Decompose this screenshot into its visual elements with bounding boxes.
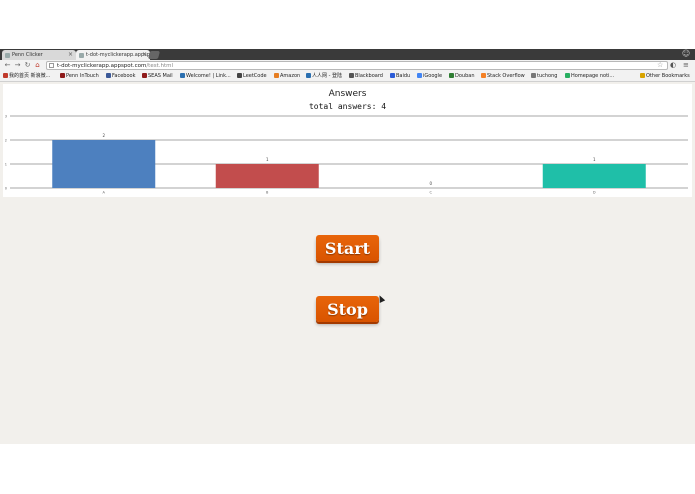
start-button[interactable]: Start [316, 235, 379, 261]
bar [52, 140, 156, 188]
bar [542, 164, 646, 188]
y-tick-label: 0 [5, 187, 7, 191]
bottom-blank-area [0, 444, 695, 494]
x-tick-label: C [430, 191, 433, 195]
x-tick-label: D [593, 191, 596, 195]
y-tick-label: 1 [5, 163, 7, 167]
bar-value-label: 2 [102, 133, 105, 138]
bar-value-label: 1 [266, 157, 269, 162]
stop-button[interactable]: Stop [316, 296, 379, 322]
y-tick-label: 3 [5, 115, 7, 119]
bar-value-label: 1 [593, 157, 596, 162]
x-tick-label: A [103, 191, 106, 195]
y-tick-label: 2 [5, 139, 7, 143]
x-tick-label: B [266, 191, 269, 195]
answers-bar-chart: 0 1 2 3 2 A 1 B 0 C 1 D [5, 115, 688, 195]
bar [215, 164, 319, 188]
bar-value-label: 0 [429, 181, 432, 186]
